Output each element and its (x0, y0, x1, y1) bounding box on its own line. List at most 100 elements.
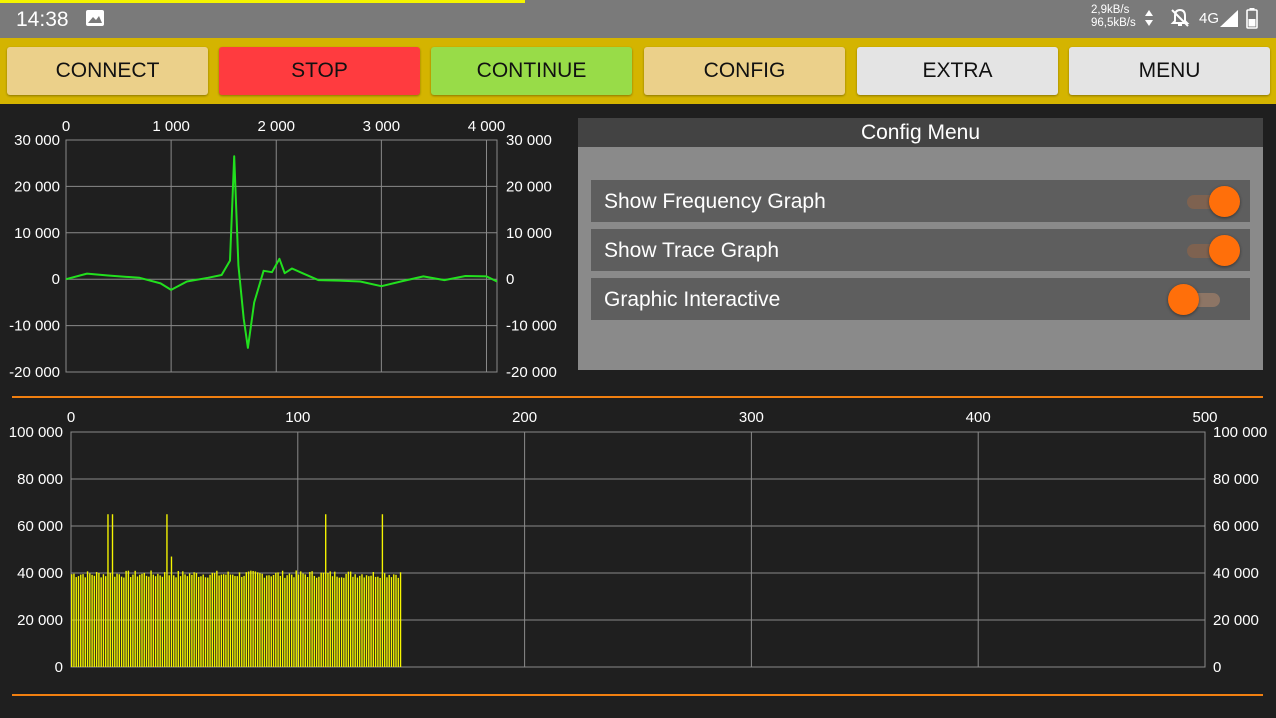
frequency-bar (304, 574, 306, 667)
frequency-bar (136, 576, 139, 667)
frequency-bar (163, 572, 166, 667)
frequency-bar (73, 573, 75, 667)
trace-line (65, 155, 498, 349)
frequency-bar (359, 575, 361, 667)
frequency-bar (154, 576, 157, 667)
trace-graph[interactable]: 01 000 2 000 3 000 4 00030 000 30 00020 000 2… (0, 108, 575, 388)
option-label: Graphic Interactive (604, 288, 781, 311)
y-tick-label-left: 30 000 (14, 132, 60, 149)
config-row-show-frequency-graph[interactable]: Show Frequency Graph (591, 180, 1250, 222)
frequency-bar (209, 574, 211, 667)
frequency-bar (207, 577, 209, 667)
frequency-bar (241, 576, 243, 667)
y-tick-label-left: 20 000 (14, 178, 60, 195)
frequency-bar (86, 571, 89, 667)
plot-frame (65, 139, 498, 373)
y-tick-label-left: 0 (52, 271, 60, 288)
frequency-bar (263, 577, 266, 667)
frequency-bar (159, 575, 161, 667)
status-bar: 14:38 2,9kB/s 96,5kB/s 4G (0, 0, 1276, 38)
clock: 14:38 (16, 8, 69, 31)
frequency-bar (377, 576, 379, 667)
frequency-bar (80, 574, 82, 667)
config-row-show-trace-graph[interactable]: Show Trace Graph (591, 229, 1250, 271)
frequency-bar (261, 573, 263, 667)
frequency-bar (179, 576, 182, 667)
frequency-bar (272, 574, 275, 667)
frequency-bar (129, 577, 132, 667)
stop-button[interactable]: STOP (219, 47, 420, 95)
connect-button[interactable]: CONNECT (7, 47, 208, 95)
config-button[interactable]: CONFIG (644, 47, 845, 95)
frequency-bar (291, 574, 293, 667)
network-type: 4G (1199, 10, 1220, 27)
frequency-bar (102, 574, 105, 667)
frequency-bar (222, 574, 225, 667)
frequency-bar (334, 571, 336, 667)
frequency-bar (356, 577, 359, 667)
y-tick-label-right: 10 000 (506, 225, 552, 242)
graphic-interactive-toggle[interactable] (1168, 284, 1228, 315)
frequency-bar (71, 574, 73, 667)
divider (12, 694, 1263, 696)
frequency-bar (315, 577, 318, 667)
frequency-bar (91, 574, 93, 667)
frequency-bar (204, 577, 207, 667)
y-tick-label-left: 10 000 (14, 225, 60, 242)
frequency-bar (399, 572, 402, 667)
frequency-bar (388, 574, 390, 667)
extra-button[interactable]: EXTRA (857, 47, 1058, 95)
image-icon (86, 10, 104, 26)
divider (12, 396, 1263, 398)
frequency-bar (336, 576, 338, 667)
continue-button[interactable]: CONTINUE (431, 47, 632, 95)
frequency-bar (347, 571, 350, 667)
frequency-bar (238, 572, 241, 667)
frequency-bar (243, 575, 245, 667)
frequency-bar (234, 575, 236, 667)
frequency-bar (216, 570, 218, 667)
progress-indicator (0, 0, 525, 3)
frequency-bar (247, 571, 250, 667)
toggle-thumb (1168, 284, 1199, 315)
frequency-bar (82, 574, 84, 667)
frequency-bar (397, 577, 399, 667)
frequency-bar (123, 577, 125, 667)
frequency-bar (198, 576, 200, 667)
frequency-bar (220, 574, 223, 667)
frequency-bar (211, 572, 213, 667)
frequency-bar (152, 574, 155, 667)
frequency-bar (374, 576, 377, 667)
y-tick-label-right: 40 000 (1213, 565, 1259, 582)
frequency-graph-toggle[interactable] (1181, 186, 1241, 217)
frequency-bar (270, 576, 272, 667)
y-tick-label-left: 0 (55, 659, 63, 676)
frequency-bar (309, 571, 311, 667)
frequency-bar (218, 575, 220, 667)
frequency-graph[interactable]: 0 100 200 300 400 500100 000 100 00080 000 80 0… (0, 400, 1276, 690)
frequency-bar (325, 514, 327, 667)
frequency-bar (125, 570, 127, 667)
frequency-bar (177, 570, 179, 667)
frequency-bar (202, 574, 204, 667)
frequency-bar (166, 514, 168, 667)
frequency-bar (141, 573, 143, 667)
frequency-bar (100, 577, 102, 667)
frequency-bar (252, 570, 254, 667)
frequency-bar (227, 571, 229, 667)
frequency-bar (354, 574, 356, 667)
config-row-graphic-interactive[interactable]: Graphic Interactive (591, 278, 1250, 320)
frequency-bar (184, 574, 186, 667)
frequency-bar (343, 577, 345, 667)
menu-button[interactable]: MENU (1069, 47, 1270, 95)
x-tick-label: 2 000 (257, 118, 295, 135)
trace-graph-toggle[interactable] (1181, 235, 1241, 266)
frequency-bar (281, 570, 284, 667)
frequency-bar (188, 573, 191, 667)
x-tick-label: 0 (67, 409, 75, 426)
frequency-bar (225, 574, 227, 667)
toggle-thumb (1209, 186, 1240, 217)
frequency-bar (268, 575, 270, 667)
frequency-bar (168, 575, 170, 667)
y-tick-label-left: 20 000 (17, 612, 63, 629)
